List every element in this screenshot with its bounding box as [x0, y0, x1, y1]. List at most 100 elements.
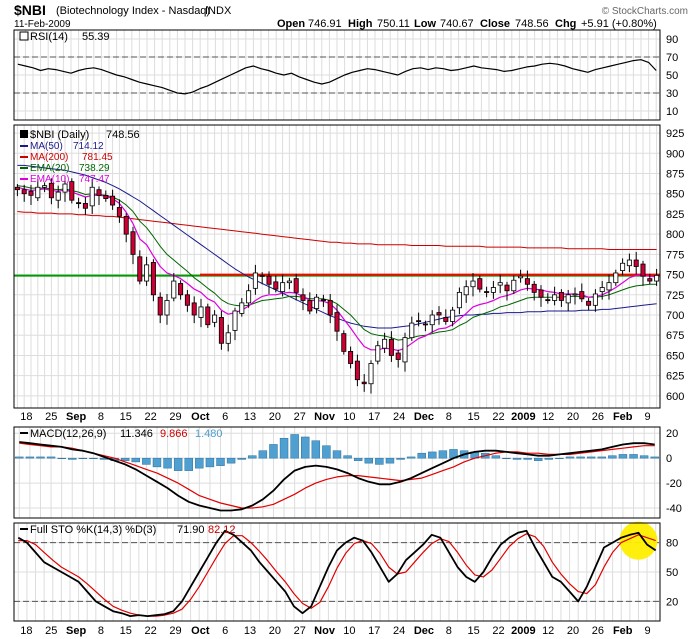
macd-histogram-bar — [152, 457, 162, 468]
legend-ma200-name: MA(200) — [30, 152, 68, 163]
macd-histogram-bar — [417, 452, 426, 459]
price-axis-tick-label: 675 — [666, 330, 684, 342]
macd-histogram-bar — [290, 434, 299, 459]
macd-histogram-bar — [343, 455, 352, 459]
candle-body — [48, 182, 54, 199]
rsi-axis-tick-label: 70 — [666, 52, 678, 64]
macd-histogram-bar — [142, 457, 151, 465]
legend-rsi-value: 55.39 — [82, 31, 110, 43]
candle-body — [402, 337, 408, 363]
macd-axis-tick-label: -20 — [666, 478, 682, 490]
candle-body — [225, 332, 231, 344]
sto-x-tick-label: Feb — [613, 625, 633, 637]
sto-x-tick-label: 2009 — [511, 625, 535, 637]
sto-legend: Full STO %K(14,3) %D(3) 71.90 82.12 — [20, 524, 236, 536]
price-axis-tick-label: 700 — [666, 310, 684, 322]
macd-histogram-bar — [428, 451, 437, 459]
candle-body — [599, 287, 605, 292]
chg-label: Chg — [555, 18, 576, 30]
candle-body — [613, 272, 619, 284]
macd-histogram-bar — [385, 457, 395, 464]
candle-body — [76, 202, 82, 205]
macd-histogram-bar — [597, 456, 606, 459]
sto-x-tick-label: 9 — [645, 625, 651, 637]
candle-body — [273, 281, 279, 290]
candle-body — [375, 345, 381, 362]
candle-body — [450, 309, 456, 322]
macd-histogram-bar — [491, 455, 501, 459]
price-axis-tick-label: 625 — [666, 371, 684, 383]
candle-body — [280, 282, 286, 292]
sto-axis-tick-label: 50 — [666, 567, 678, 579]
candle-body — [246, 290, 252, 304]
candle-body — [477, 278, 483, 290]
macd-histogram-bar — [555, 457, 564, 459]
candle-body — [456, 291, 462, 309]
macd-histogram-bar — [301, 436, 310, 459]
macd-histogram-bar — [279, 437, 289, 459]
price-x-tick-label: Feb — [613, 411, 633, 423]
candle-body — [531, 283, 537, 293]
candle-body — [218, 317, 224, 344]
candle-body — [518, 275, 524, 279]
candle-body — [35, 186, 41, 199]
sto-x-tick-label: Sep — [66, 625, 86, 637]
sto-x-tick-label: 22 — [492, 625, 504, 637]
candle-body — [62, 183, 68, 193]
macd-histogram-bar — [311, 440, 321, 459]
macd-histogram-bar — [131, 457, 141, 463]
candle-body — [293, 278, 299, 293]
candle-body — [191, 302, 197, 316]
open-label: Open — [277, 18, 305, 30]
watermark: © StockCharts.com — [602, 6, 688, 17]
candle-body — [354, 360, 360, 381]
candle-body — [552, 294, 558, 301]
candle-body — [28, 190, 34, 196]
macd-histogram-bar — [258, 450, 268, 459]
symbol: $NBI — [14, 2, 46, 18]
legend-ema10-name: EMA(10) — [30, 174, 69, 185]
macd-histogram-bar — [608, 455, 617, 459]
candle-body — [89, 186, 95, 207]
low-label: Low — [414, 18, 436, 30]
legend-ma50-name: MA(50) — [30, 141, 63, 152]
macd-histogram-bar — [332, 450, 342, 459]
candle-body — [606, 282, 612, 291]
candle-body — [144, 264, 150, 282]
price-axis-tick-label: 600 — [666, 391, 684, 403]
price-x-tick-label: 27 — [294, 411, 306, 423]
macd-axis-tick-label: 20 — [666, 428, 678, 440]
macd-histogram-bar — [618, 454, 628, 459]
legend-ema20-value: 738.29 — [79, 163, 110, 174]
rsi-axis-tick-label: 10 — [666, 106, 678, 118]
candle-body — [171, 280, 177, 299]
candle-body — [436, 312, 442, 316]
legend-ma50-value: 714.12 — [73, 141, 104, 152]
candle-body — [382, 338, 388, 349]
candle-body — [395, 352, 401, 360]
macd-histogram-bar — [533, 457, 543, 461]
macd-histogram-bar — [15, 456, 24, 459]
macd-histogram-bar — [629, 454, 638, 459]
legend-swatch-rsi — [19, 31, 29, 41]
macd-panel: -40 -20 0 20 — [13, 426, 682, 519]
candle-body — [259, 274, 265, 277]
legend-hist-value: 1.480 — [195, 428, 223, 440]
macd-histogram-bar — [639, 455, 649, 459]
macd-histogram-bar — [353, 457, 363, 461]
candle-body — [409, 322, 415, 339]
price-x-tick-label: 24 — [393, 411, 405, 423]
price-legend: $NBI (Daily) 748.56 MA(50) 714.12 MA(200… — [20, 129, 140, 185]
legend-ema10-value: 747.47 — [79, 174, 110, 185]
candle-body — [368, 363, 374, 385]
candle-body — [212, 314, 218, 323]
macd-histogram-bar — [78, 457, 88, 459]
candle-body — [470, 280, 476, 288]
candle-body — [565, 294, 571, 304]
price-axis-tick-label: 825 — [666, 209, 684, 221]
macd-histogram-bar — [586, 456, 596, 459]
price-axis-tick-label: 900 — [666, 148, 684, 160]
legend-swatch-price — [20, 130, 28, 138]
price-x-tick-label: Dec — [414, 411, 434, 423]
sto-x-tick-label: 10 — [343, 625, 355, 637]
